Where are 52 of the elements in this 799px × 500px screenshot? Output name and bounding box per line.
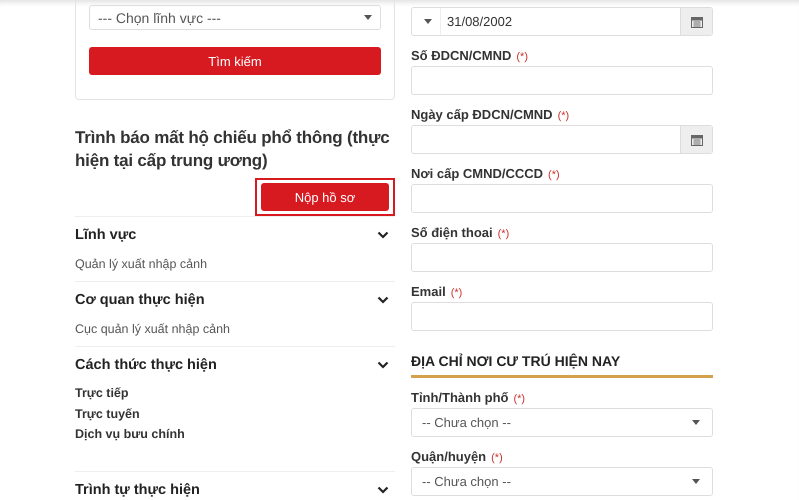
field-label: Nơi cấp CMND/CCCD <box>411 166 544 181</box>
section-heading: ĐỊA CHỈ NƠI CƯ TRÚ HIỆN NAY <box>411 353 713 378</box>
section-text: Cục quản lý xuất nhập cảnh <box>75 322 231 336</box>
dropdown-field[interactable]: -- Chưa chọn -- <box>411 467 713 496</box>
caret-icon <box>692 420 700 425</box>
calendar-icon <box>690 16 702 28</box>
dropdown-field[interactable]: --- Chọn lĩnh vực --- <box>89 5 381 30</box>
calendar-button[interactable] <box>680 8 712 35</box>
required-mark: (*) <box>558 110 570 122</box>
method-item: Trực tiếp <box>75 385 130 402</box>
date-value: 31/08/2002 <box>440 8 512 35</box>
date-field[interactable] <box>411 125 713 154</box>
required-mark: (*) <box>491 452 503 464</box>
caret-icon <box>364 15 372 20</box>
submit-button[interactable]: Nộp hồ sơ <box>261 183 389 211</box>
field-label: Số điện thoai <box>411 225 493 240</box>
calendar-icon <box>690 134 702 146</box>
section-heading: Cách thức thực hiện <box>75 357 217 373</box>
field-label: Tỉnh/Thành phố <box>411 390 508 405</box>
caret-icon <box>424 19 432 24</box>
date-field[interactable]: 31/08/2002 <box>411 7 713 36</box>
text-field[interactable] <box>411 302 713 331</box>
chevron-icon[interactable] <box>377 361 389 369</box>
field-label: Quận/huyện <box>411 449 486 464</box>
field-label: Email <box>411 284 446 299</box>
required-mark: (*) <box>516 51 528 63</box>
method-item: Trực tuyến <box>75 406 141 423</box>
required-mark: (*) <box>513 393 526 405</box>
chevron-icon[interactable] <box>377 486 389 494</box>
dropdown-placeholder: -- Chưa chọn -- <box>422 415 511 430</box>
section-text: Quản lý xuất nhập cảnh <box>75 257 208 271</box>
method-item: Dịch vụ bưu chính <box>75 426 186 443</box>
search-button[interactable]: Tìm kiếm <box>89 47 381 75</box>
section-heading: Lĩnh vực <box>75 227 136 243</box>
text-field[interactable] <box>411 66 713 95</box>
procedure-title: Trình báo mất hộ chiếu phổ thông (thực hiện tại cấp trung ương) <box>75 127 390 172</box>
field-label: Ngày cấp ĐDCN/CMND <box>411 107 553 122</box>
text-field[interactable] <box>411 184 713 213</box>
dropdown-placeholder: --- Chọn lĩnh vực --- <box>98 10 221 26</box>
section-heading: Trình tự thực hiện <box>75 482 200 498</box>
chevron-icon[interactable] <box>377 296 389 304</box>
dropdown-placeholder: -- Chưa chọn -- <box>422 474 511 489</box>
required-mark: (*) <box>548 169 560 181</box>
text-field[interactable] <box>411 243 713 272</box>
required-mark: (*) <box>498 228 510 240</box>
section-heading: Cơ quan thực hiện <box>75 292 205 308</box>
dropdown-field[interactable]: -- Chưa chọn -- <box>411 408 713 437</box>
caret-icon <box>692 479 700 484</box>
field-label: Số ĐDCN/CMND <box>411 48 512 63</box>
calendar-button[interactable] <box>680 126 712 153</box>
required-mark: (*) <box>450 287 462 299</box>
chevron-icon[interactable] <box>377 231 389 239</box>
